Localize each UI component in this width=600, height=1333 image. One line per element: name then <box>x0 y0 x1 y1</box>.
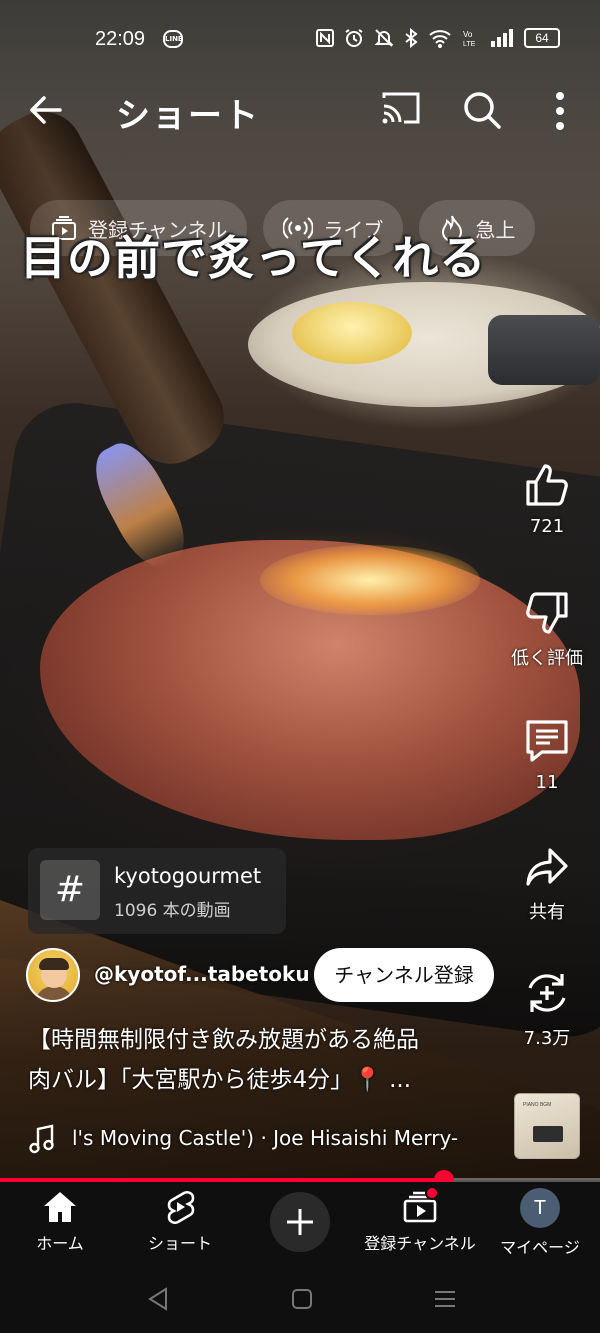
wifi-icon <box>429 30 451 48</box>
create-button[interactable] <box>270 1192 330 1252</box>
page-title: ショート <box>116 96 260 136</box>
nav-shorts[interactable]: ショート <box>120 1190 240 1254</box>
avatar-hair <box>39 958 69 970</box>
system-navigation-bar <box>0 1264 600 1333</box>
search-button[interactable] <box>458 86 506 134</box>
nav-home[interactable]: ホーム <box>0 1190 120 1254</box>
alarm-icon <box>345 29 363 47</box>
hashtag-name: kyotogourmet <box>114 864 262 888</box>
description-line-1: 【時間無制限付き飲み放題がある絶品 <box>28 1027 419 1053</box>
nav-subscriptions[interactable]: 登録チャンネル <box>360 1190 480 1254</box>
system-back-icon[interactable] <box>142 1284 176 1314</box>
plus-icon <box>287 1209 313 1235</box>
dislike-button[interactable]: 低く評価 <box>505 588 589 670</box>
mute-icon <box>374 29 394 47</box>
cast-button[interactable] <box>376 86 424 130</box>
album-art-text: PIANO BGM <box>523 1102 552 1108</box>
nav-mypage[interactable]: T マイページ <box>480 1188 600 1258</box>
comment-icon <box>526 720 568 762</box>
nav-mypage-label: マイページ <box>500 1238 580 1257</box>
nav-shorts-label: ショート <box>147 1234 212 1253</box>
user-avatar: T <box>520 1188 560 1228</box>
status-bar: 22:09 LINE Vo LTE 64 <box>0 22 600 58</box>
video-description[interactable]: 【時間無制限付き飲み放題がある絶品 肉バル】「大宮駅から徒歩4分」📍 ... <box>28 1020 498 1100</box>
system-menu-icon[interactable] <box>428 1284 462 1314</box>
status-time: 22:09 <box>95 28 146 50</box>
channel-avatar[interactable] <box>26 948 80 1002</box>
avatar-body <box>34 986 74 1000</box>
hashtag-icon: # <box>40 860 100 920</box>
hashtag-video-count: 1096 本の動画 <box>114 901 231 921</box>
status-icons: Vo LTE 64 <box>316 28 560 48</box>
remix-count: 7.3万 <box>523 1028 571 1049</box>
nfc-icon <box>316 29 334 47</box>
flame-glow <box>260 545 480 615</box>
comment-count: 11 <box>535 772 559 793</box>
hashtag-card[interactable]: # kyotogourmet 1096 本の動画 <box>28 848 286 934</box>
volte-icon: Vo LTE <box>463 30 476 48</box>
comments-button[interactable]: 11 <box>505 716 589 793</box>
line-app-icon: LINE <box>163 30 183 48</box>
subscribe-button[interactable]: チャンネル登録 <box>314 948 494 1002</box>
cast-icon <box>382 92 420 124</box>
piano-image <box>533 1126 563 1142</box>
thumbs-up-icon <box>526 464 568 506</box>
share-button[interactable]: 共有 <box>505 842 589 924</box>
sauce-bowl <box>488 315 600 385</box>
nav-subscriptions-label: 登録チャンネル <box>364 1234 476 1253</box>
music-note-icon <box>29 1124 54 1154</box>
bluetooth-icon <box>405 28 418 48</box>
channel-handle[interactable]: @kyotof...tabetoku <box>94 962 310 986</box>
signal-icon <box>491 29 513 47</box>
home-icon <box>44 1192 76 1222</box>
share-label: 共有 <box>529 902 565 923</box>
share-icon <box>526 848 568 886</box>
dislike-label: 低く評価 <box>511 648 583 669</box>
battery-icon: 64 <box>524 28 560 48</box>
music-row[interactable]: l's Moving Castle') · Joe Hisaishi Merry… <box>28 1124 498 1156</box>
album-art-thumbnail[interactable]: PIANO BGM <box>514 1093 580 1159</box>
search-icon <box>464 92 501 129</box>
remix-icon <box>528 974 566 1012</box>
back-button[interactable] <box>22 84 70 132</box>
music-track-text: l's Moving Castle') · Joe Hisaishi Merry… <box>72 1126 459 1150</box>
svg-text:LTE: LTE <box>463 41 476 48</box>
bottom-navigation: ホーム ショート 登録チャンネル T マイページ <box>0 1182 600 1264</box>
subscriptions-notification-dot <box>425 1186 439 1200</box>
thumbs-down-icon <box>526 592 568 634</box>
app-bar: ショート <box>0 80 600 136</box>
back-arrow-icon <box>30 96 62 124</box>
more-vertical-icon <box>556 92 564 130</box>
system-home-icon[interactable] <box>285 1284 319 1314</box>
more-options-button[interactable] <box>540 86 580 134</box>
description-line-2: 肉バル】「大宮駅から徒歩4分」📍 ... <box>28 1067 412 1093</box>
remix-button[interactable]: 7.3万 <box>505 968 589 1050</box>
shorts-icon <box>167 1190 195 1224</box>
svg-text:Vo: Vo <box>463 30 473 39</box>
lemon <box>292 302 412 364</box>
nav-home-label: ホーム <box>36 1234 84 1253</box>
like-count: 721 <box>529 516 565 537</box>
like-button[interactable]: 721 <box>505 460 589 537</box>
video-overlay-caption: 目の前で炙ってくれる <box>20 231 487 285</box>
